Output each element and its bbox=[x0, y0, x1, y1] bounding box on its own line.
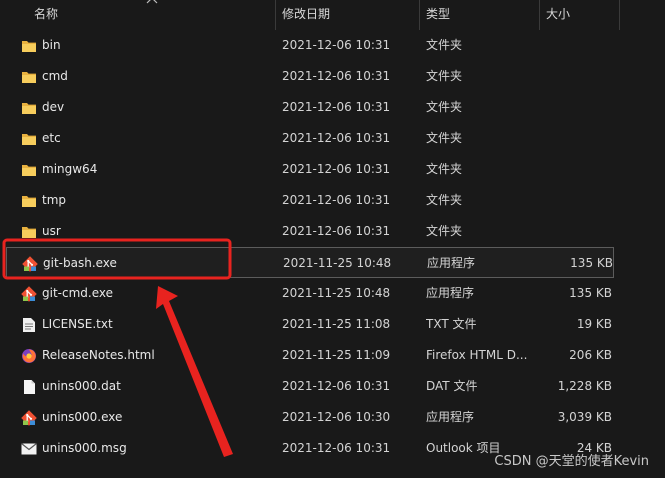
file-name: ReleaseNotes.html bbox=[42, 348, 155, 362]
file-date: 2021-12-06 10:31 bbox=[282, 193, 391, 207]
file-row[interactable]: LICENSE.txt 2021-11-25 11:08 TXT 文件 19 KB bbox=[6, 309, 614, 340]
file-date: 2021-12-06 10:31 bbox=[282, 38, 391, 52]
file-size bbox=[536, 123, 612, 154]
file-type: 文件夹 bbox=[426, 100, 463, 114]
file-type: 文件夹 bbox=[426, 193, 463, 207]
file-name: unins000.dat bbox=[42, 379, 121, 393]
file-type: TXT 文件 bbox=[426, 317, 477, 331]
file-row-selected[interactable]: git-bash.exe 2021-11-25 10:48 应用程序 135 KB bbox=[6, 247, 614, 278]
file-type: 文件夹 bbox=[426, 131, 463, 145]
file-date: 2021-12-06 10:31 bbox=[282, 224, 391, 238]
folder-icon bbox=[20, 30, 38, 61]
sort-ascending-icon bbox=[146, 0, 158, 4]
file-row[interactable]: tmp 2021-12-06 10:31 文件夹 bbox=[6, 185, 614, 216]
file-size bbox=[536, 61, 612, 92]
file-row[interactable]: unins000.exe 2021-12-06 10:30 应用程序 3,039 KB bbox=[6, 402, 614, 433]
column-header-name[interactable]: 名称 bbox=[28, 0, 276, 30]
folder-icon bbox=[20, 61, 38, 92]
file-row[interactable]: bin 2021-12-06 10:31 文件夹 bbox=[6, 30, 614, 61]
file-name: mingw64 bbox=[42, 162, 98, 176]
folder-icon bbox=[20, 123, 38, 154]
file-size bbox=[536, 154, 612, 185]
file-size bbox=[536, 30, 612, 61]
file-name: git-bash.exe bbox=[43, 256, 117, 270]
file-type: 文件夹 bbox=[426, 38, 463, 52]
git-icon bbox=[20, 402, 38, 433]
file-date: 2021-12-06 10:31 bbox=[282, 441, 391, 455]
file-row[interactable]: unins000.dat 2021-12-06 10:31 DAT 文件 1,228 … bbox=[6, 371, 614, 402]
column-divider[interactable] bbox=[619, 0, 620, 30]
file-size: 206 KB bbox=[569, 348, 612, 362]
file-name: unins000.exe bbox=[42, 410, 123, 424]
mail-icon bbox=[20, 433, 38, 464]
file-date: 2021-12-06 10:30 bbox=[282, 410, 391, 424]
file-row[interactable]: cmd 2021-12-06 10:31 文件夹 bbox=[6, 61, 614, 92]
file-date: 2021-12-06 10:31 bbox=[282, 131, 391, 145]
file-row[interactable]: dev 2021-12-06 10:31 文件夹 bbox=[6, 92, 614, 123]
file-date: 2021-12-06 10:31 bbox=[282, 379, 391, 393]
column-header-size[interactable]: 大小 bbox=[540, 0, 620, 30]
file-row[interactable]: etc 2021-12-06 10:31 文件夹 bbox=[6, 123, 614, 154]
text-file-icon bbox=[20, 309, 38, 340]
folder-icon bbox=[20, 216, 38, 247]
file-size: 1,228 KB bbox=[557, 379, 612, 393]
file-size bbox=[536, 216, 612, 247]
column-header-bar: 名称 修改日期 类型 大小 bbox=[0, 0, 665, 30]
file-name: usr bbox=[42, 224, 61, 238]
file-name: cmd bbox=[42, 69, 68, 83]
file-size bbox=[536, 185, 612, 216]
git-icon bbox=[21, 248, 39, 279]
file-row[interactable]: git-cmd.exe 2021-11-25 10:48 应用程序 135 KB bbox=[6, 278, 614, 309]
file-type: DAT 文件 bbox=[426, 379, 478, 393]
file-size: 135 KB bbox=[569, 286, 612, 300]
file-name: LICENSE.txt bbox=[42, 317, 113, 331]
file-size bbox=[536, 92, 612, 123]
column-header-date[interactable]: 修改日期 bbox=[276, 0, 420, 30]
file-row[interactable]: ReleaseNotes.html 2021-11-25 11:09 Firefox… bbox=[6, 340, 614, 371]
folder-icon bbox=[20, 185, 38, 216]
file-type: 文件夹 bbox=[426, 224, 463, 238]
file-row[interactable]: mingw64 2021-12-06 10:31 文件夹 bbox=[6, 154, 614, 185]
file-type: 应用程序 bbox=[426, 410, 475, 424]
file-type: 文件夹 bbox=[426, 162, 463, 176]
file-size: 19 KB bbox=[576, 317, 612, 331]
folder-icon bbox=[20, 154, 38, 185]
blank-file-icon bbox=[20, 371, 38, 402]
column-header-type[interactable]: 类型 bbox=[420, 0, 540, 30]
file-row[interactable]: usr 2021-12-06 10:31 文件夹 bbox=[6, 216, 614, 247]
firefox-icon bbox=[20, 340, 38, 371]
file-size: 3,039 KB bbox=[557, 410, 612, 424]
file-date: 2021-11-25 11:09 bbox=[282, 348, 391, 362]
file-date: 2021-11-25 10:48 bbox=[283, 256, 392, 270]
git-icon bbox=[20, 278, 38, 309]
file-date: 2021-11-25 11:08 bbox=[282, 317, 391, 331]
file-name: tmp bbox=[42, 193, 67, 207]
file-date: 2021-12-06 10:31 bbox=[282, 162, 391, 176]
file-date: 2021-12-06 10:31 bbox=[282, 69, 391, 83]
file-type: 应用程序 bbox=[426, 286, 475, 300]
file-name: git-cmd.exe bbox=[42, 286, 113, 300]
file-type: 应用程序 bbox=[427, 256, 476, 270]
file-date: 2021-12-06 10:31 bbox=[282, 100, 391, 114]
file-type: Firefox HTML D... bbox=[426, 348, 528, 362]
file-name: etc bbox=[42, 131, 61, 145]
watermark: CSDN @天堂的使者Kevin bbox=[494, 454, 649, 469]
file-name: bin bbox=[42, 38, 61, 52]
file-date: 2021-11-25 10:48 bbox=[282, 286, 391, 300]
folder-icon bbox=[20, 92, 38, 123]
file-name: dev bbox=[42, 100, 65, 114]
file-name: unins000.msg bbox=[42, 441, 127, 455]
file-type: 文件夹 bbox=[426, 69, 463, 83]
file-size: 135 KB bbox=[570, 256, 613, 270]
